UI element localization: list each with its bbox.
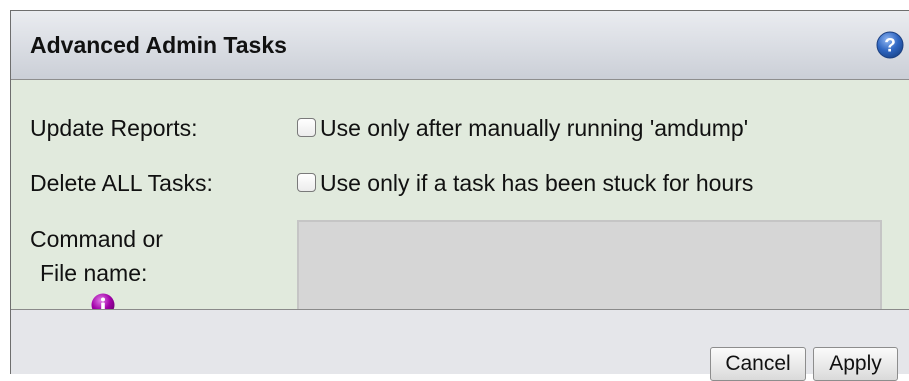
- svg-text:?: ?: [884, 36, 896, 57]
- advanced-admin-tasks-dialog: Advanced Admin Tasks ? Update Reports: U…: [10, 10, 909, 381]
- dialog-title: Advanced Admin Tasks: [30, 32, 287, 58]
- dialog-content: Update Reports: Use only after manually …: [11, 80, 909, 317]
- apply-button[interactable]: Apply: [813, 347, 898, 381]
- cancel-button[interactable]: Cancel: [710, 347, 806, 381]
- command-label: Command or: [30, 226, 163, 252]
- delete-all-tasks-checkbox-text[interactable]: Use only if a task has been stuck for ho…: [320, 170, 753, 197]
- delete-all-tasks-label: Delete ALL Tasks:: [30, 170, 213, 196]
- dialog-footer: Cancel Apply: [11, 309, 909, 381]
- dialog-title-bar: Advanced Admin Tasks ?: [11, 11, 909, 80]
- update-reports-label: Update Reports:: [30, 115, 198, 141]
- help-icon[interactable]: ?: [876, 31, 904, 59]
- command-or-file-name-input[interactable]: [297, 220, 882, 316]
- delete-all-tasks-checkbox[interactable]: [297, 173, 316, 192]
- file-name-label: File name:: [40, 260, 148, 286]
- update-reports-checkbox-text[interactable]: Use only after manually running 'amdump': [320, 115, 748, 142]
- update-reports-checkbox[interactable]: [297, 118, 316, 137]
